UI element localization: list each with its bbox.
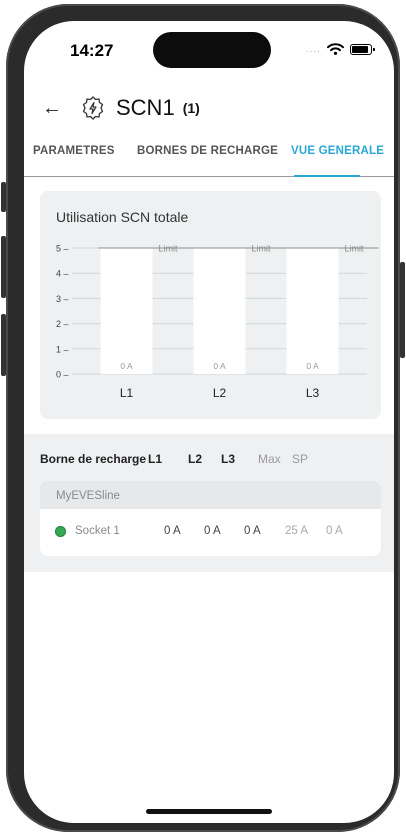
tab-bar: PARAMETRES BORNES DE RECHARGE VUE GENERA…	[24, 139, 394, 177]
battery-icon	[350, 43, 375, 55]
x-tick-label-L2: L2	[213, 386, 227, 400]
y-tick-label-5: 5 –	[56, 244, 69, 254]
col-header-sp: SP	[292, 452, 309, 466]
value-label-L3: 0 A	[306, 361, 319, 371]
y-tick-label-2: 2 –	[56, 319, 69, 329]
ev-charger-icon	[82, 96, 104, 120]
power-button	[400, 262, 405, 358]
status-dot	[55, 526, 66, 537]
phone-frame: 14:27 .... ← SCN1 (1) PARAMETRES BORNES …	[1, 4, 405, 832]
value-label-L2: 0 A	[213, 361, 226, 371]
x-tick-label-L1: L1	[120, 386, 134, 400]
limit-label-L1: Limit	[159, 244, 179, 254]
socket-sp: 0 A	[326, 525, 343, 537]
col-header-max: Max	[258, 452, 281, 466]
active-tab-indicator	[294, 175, 360, 177]
table-row[interactable]: Socket 1 0 A 0 A 0 A 25 A 0 A	[40, 509, 381, 556]
socket-table: Borne de recharge L1 L2 L3 Max SP MyEVES…	[24, 434, 394, 572]
limit-label-L3: Limit	[345, 244, 365, 254]
y-tick-label-1: 1 –	[56, 344, 69, 354]
socket-max: 25 A	[285, 525, 309, 537]
socket-l3: 0 A	[244, 525, 261, 537]
status-time: 14:27	[70, 41, 114, 60]
value-label-L1: 0 A	[120, 361, 133, 371]
col-header-l1: L1	[148, 452, 163, 466]
limit-label-L2: Limit	[252, 244, 272, 254]
charger-group: MyEVESline Socket 1 0 A 0 A 0 A 25 A 0 A	[40, 481, 381, 556]
app-screen: 14:27 .... ← SCN1 (1) PARAMETRES BORNES …	[24, 21, 394, 823]
home-indicator[interactable]	[146, 809, 272, 814]
socket-name: Socket 1	[75, 525, 120, 537]
capacity-bar-L2	[193, 248, 246, 374]
wifi-icon	[327, 43, 344, 55]
col-header-borne: Borne de recharge	[40, 452, 147, 466]
tab-parametres[interactable]: PARAMETRES	[33, 145, 115, 157]
col-header-l3: L3	[221, 452, 236, 466]
col-header-l2: L2	[188, 452, 203, 466]
tab-bornes-de-recharge[interactable]: BORNES DE RECHARGE	[137, 145, 278, 157]
arrow-left-icon[interactable]: ←	[42, 97, 68, 120]
volume-up-button	[1, 236, 6, 298]
capacity-bar-L3	[286, 248, 339, 374]
page-header: ← SCN1 (1)	[42, 91, 200, 125]
socket-l2: 0 A	[204, 525, 221, 537]
capacity-bar-L1	[100, 248, 153, 374]
signal-dots: ....	[305, 43, 321, 55]
x-tick-label-L3: L3	[306, 386, 320, 400]
socket-l1: 0 A	[164, 525, 181, 537]
status-icons: ....	[305, 43, 375, 55]
y-tick-label-3: 3 –	[56, 294, 69, 304]
usage-chart: 0 – 1 – 2 – 3 – 4 – 5 – Limit 0 A L1 Limit 0 A L2 Li…	[56, 244, 379, 400]
page-title: SCN1	[116, 95, 175, 120]
usage-chart-card: Utilisation SCN totale 0 –1 –2 –3 –4 –5 …	[40, 191, 381, 419]
y-tick-label-4: 4 –	[56, 269, 69, 279]
volume-down-button	[1, 314, 6, 376]
socket-count: (1)	[182, 100, 200, 116]
dynamic-island	[153, 32, 271, 68]
tab-vue-generale[interactable]: VUE GENERALE	[291, 145, 384, 157]
action-button	[1, 182, 6, 212]
group-label: MyEVESline	[56, 490, 120, 502]
y-tick-label-0: 0 –	[56, 370, 69, 380]
